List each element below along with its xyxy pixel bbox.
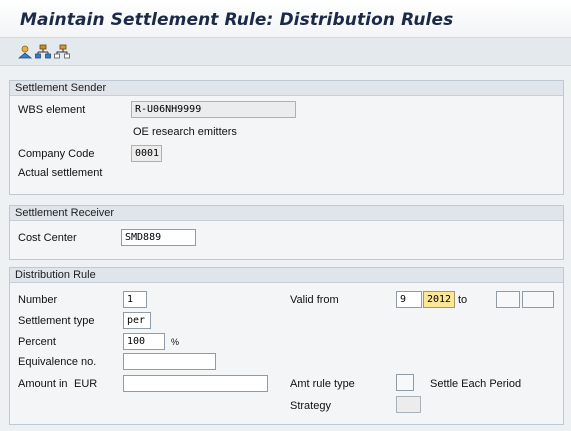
person-icon[interactable]: [17, 44, 33, 60]
company-code-label: Company Code: [18, 148, 95, 160]
number-label: Number: [18, 294, 58, 306]
amount-field[interactable]: [123, 375, 268, 392]
strategy-field[interactable]: [396, 396, 421, 413]
hierarchy-icon[interactable]: [35, 44, 51, 60]
distribution-rule-header: Distribution Rule: [10, 268, 563, 283]
valid-from-year-field[interactable]: 2012: [423, 291, 455, 308]
distribution-rule-group: Distribution Rule Number 1 Settlement ty…: [9, 267, 564, 425]
wbs-element-label: WBS element: [18, 104, 86, 116]
amt-rule-type-label: Amt rule type: [290, 378, 355, 390]
settlement-type-field[interactable]: per: [123, 312, 151, 329]
settle-each-period-text: Settle Each Period: [430, 378, 522, 390]
title-bar: Maintain Settlement Rule: Distribution R…: [0, 0, 571, 38]
wbs-element-description: OE research emitters: [133, 126, 237, 138]
equivalence-label: Equivalence no.: [18, 356, 97, 368]
equivalence-field[interactable]: [123, 353, 216, 370]
cost-center-field[interactable]: SMD889: [121, 229, 196, 246]
application-toolbar: [0, 38, 571, 66]
settlement-receiver-header: Settlement Receiver: [10, 206, 563, 221]
valid-from-label: Valid from: [290, 294, 339, 306]
settlement-sender-group: Settlement Sender WBS element R-U06NH999…: [9, 80, 564, 195]
settlement-receiver-group: Settlement Receiver Cost Center SMD889: [9, 205, 564, 260]
wbs-element-field[interactable]: R-U06NH9999: [131, 101, 296, 118]
settlement-type-label: Settlement type: [18, 315, 95, 327]
number-field[interactable]: 1: [123, 291, 147, 308]
settlement-sender-header: Settlement Sender: [10, 81, 563, 96]
valid-to-label: to: [458, 294, 468, 306]
percent-label: Percent: [18, 336, 56, 348]
amount-currency: EUR: [74, 378, 98, 390]
valid-to-period-field[interactable]: [496, 291, 520, 308]
strategy-label: Strategy: [290, 400, 331, 412]
page-title: Maintain Settlement Rule: Distribution R…: [20, 10, 454, 30]
network-icon[interactable]: [54, 44, 70, 60]
percent-field[interactable]: 100: [123, 333, 165, 350]
amount-label: Amount in: [18, 378, 68, 390]
amt-rule-type-field[interactable]: [396, 374, 414, 391]
percent-unit: %: [171, 337, 180, 347]
actual-settlement-text: Actual settlement: [18, 167, 103, 179]
valid-to-year-field[interactable]: [522, 291, 554, 308]
valid-from-period-field[interactable]: 9: [396, 291, 422, 308]
company-code-field[interactable]: 0001: [131, 145, 162, 162]
cost-center-label: Cost Center: [18, 232, 77, 244]
